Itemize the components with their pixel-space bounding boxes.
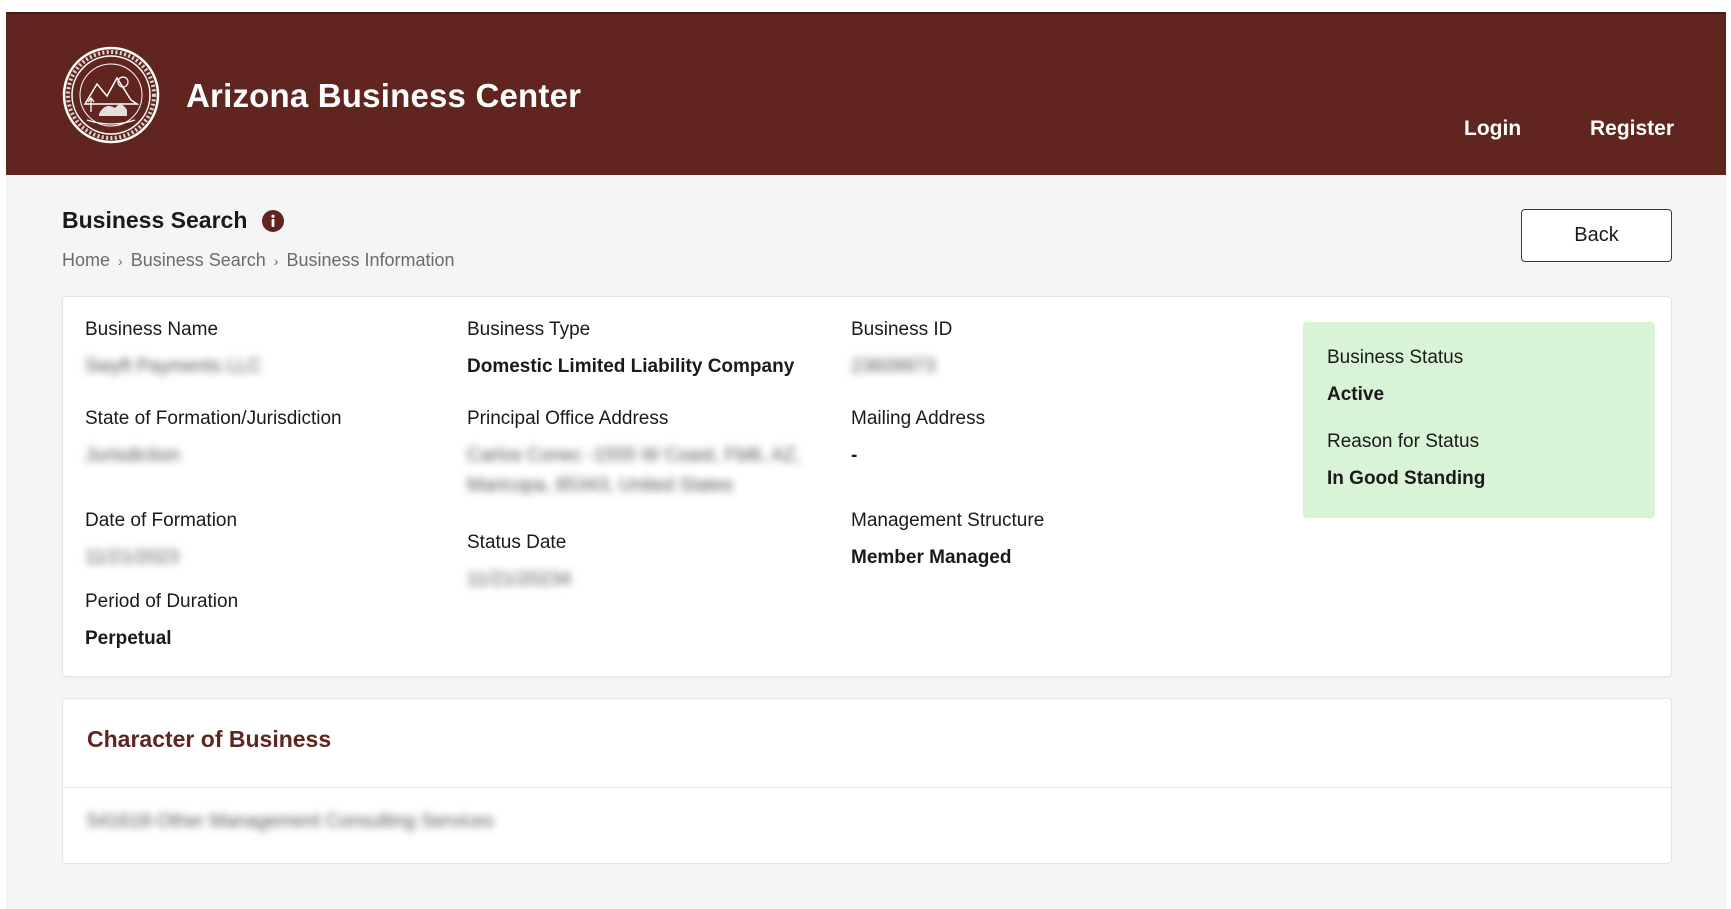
- app-frame: Arizona Business Center Login Register B…: [6, 12, 1726, 909]
- business-type-field: Business Type Domestic Limited Liability…: [467, 319, 794, 382]
- business-status-label: Business Status: [1327, 347, 1464, 368]
- divider: [63, 787, 1671, 788]
- chevron-right-icon: ›: [273, 252, 279, 269]
- status-date-field: Status Date 11/21/20234: [467, 532, 571, 595]
- management-structure-field: Management Structure Member Managed: [851, 510, 1044, 573]
- date-of-formation-field: Date of Formation 11/21/2023: [85, 510, 237, 573]
- back-button[interactable]: Back: [1521, 209, 1672, 262]
- period-of-duration-value: Perpetual: [85, 628, 172, 649]
- principal-office-address-field: Principal Office Address Carlos Conec -1…: [467, 408, 801, 501]
- business-id-value: 23609973: [851, 356, 936, 377]
- breadcrumb-business-information: Business Information: [286, 250, 455, 270]
- arizona-state-seal-icon: [62, 46, 160, 144]
- business-details-card: Business Name Swyft Payments LLC Busines…: [62, 296, 1672, 677]
- mailing-address-label: Mailing Address: [851, 408, 986, 429]
- date-of-formation-label: Date of Formation: [85, 510, 238, 531]
- chevron-right-icon: ›: [118, 252, 123, 269]
- page-title: Business Search: [62, 207, 248, 233]
- breadcrumb-business-search[interactable]: Business Search: [131, 250, 266, 271]
- business-type-label: Business Type: [467, 319, 591, 340]
- business-status-field: Business Status Active: [1327, 347, 1463, 410]
- state-of-formation-label: State of Formation/Jurisdiction: [85, 408, 342, 429]
- register-link[interactable]: Register: [1590, 117, 1674, 141]
- status-panel: Business Status Active Reason for Status…: [1303, 322, 1655, 518]
- breadcrumb-home[interactable]: Home: [62, 250, 110, 271]
- management-structure-label: Management Structure: [851, 510, 1045, 531]
- app-title: Arizona Business Center: [186, 77, 582, 114]
- mailing-address-value: -: [851, 445, 858, 466]
- period-of-duration-field: Period of Duration Perpetual: [85, 591, 238, 654]
- principal-office-address-line1: Carlos Conec -1555 W Coast, Fbl6, AZ,: [467, 445, 801, 466]
- state-of-formation-field: State of Formation/Jurisdiction Jurisdic…: [85, 408, 342, 471]
- reason-for-status-field: Reason for Status In Good Standing: [1327, 431, 1485, 494]
- status-date-value: 11/21/20234: [467, 569, 572, 590]
- principal-office-address-line2: Maricopa, 85343, United States: [467, 475, 734, 496]
- business-name-field: Business Name Swyft Payments LLC: [85, 319, 261, 382]
- login-link[interactable]: Login: [1464, 117, 1521, 141]
- character-of-business-value: 541618-Other Management Consulting Servi…: [87, 811, 494, 832]
- character-of-business-title: Character of Business: [87, 726, 332, 752]
- reason-for-status-label: Reason for Status: [1327, 431, 1480, 452]
- breadcrumb: Home › Business Search › Business Inform…: [62, 250, 455, 271]
- site-header: Arizona Business Center Login Register: [6, 12, 1726, 175]
- state-of-formation-value: Jurisdiction: [85, 445, 181, 466]
- reason-for-status-value: In Good Standing: [1327, 468, 1486, 489]
- business-id-label: Business ID: [851, 319, 953, 340]
- management-structure-value: Member Managed: [851, 547, 1012, 568]
- status-date-label: Status Date: [467, 532, 567, 553]
- period-of-duration-label: Period of Duration: [85, 591, 239, 612]
- mailing-address-field: Mailing Address -: [851, 408, 985, 471]
- info-icon[interactable]: [262, 210, 284, 232]
- business-name-label: Business Name: [85, 319, 219, 340]
- character-of-business-card: Character of Business 541618-Other Manag…: [62, 698, 1672, 864]
- business-id-field: Business ID 23609973: [851, 319, 952, 382]
- principal-office-address-label: Principal Office Address: [467, 408, 669, 429]
- date-of-formation-value: 11/21/2023: [85, 547, 179, 568]
- business-status-value: Active: [1327, 384, 1385, 405]
- business-name-value: Swyft Payments LLC: [85, 356, 262, 377]
- business-type-value: Domestic Limited Liability Company: [467, 356, 795, 377]
